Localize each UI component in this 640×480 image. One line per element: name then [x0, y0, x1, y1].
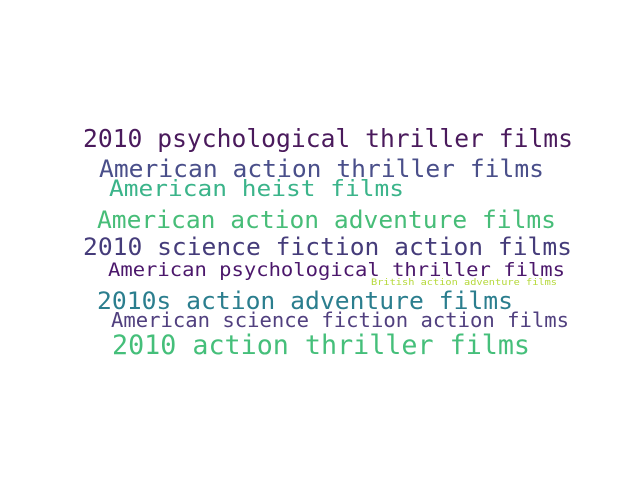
word-2010-psychological-thriller-films: 2010 psychological thriller films: [83, 124, 573, 153]
word-2010-science-fiction-action-films: 2010 science fiction action films: [83, 233, 572, 261]
word-american-heist-films: American heist films: [109, 177, 404, 202]
word-american-science-fiction-action-films: American science fiction action films: [111, 308, 569, 332]
word-2010-action-thriller-films: 2010 action thriller films: [112, 330, 530, 361]
word-cloud: 2010 psychological thriller films Americ…: [0, 0, 640, 480]
word-american-action-adventure-films: American action adventure films: [97, 206, 556, 234]
